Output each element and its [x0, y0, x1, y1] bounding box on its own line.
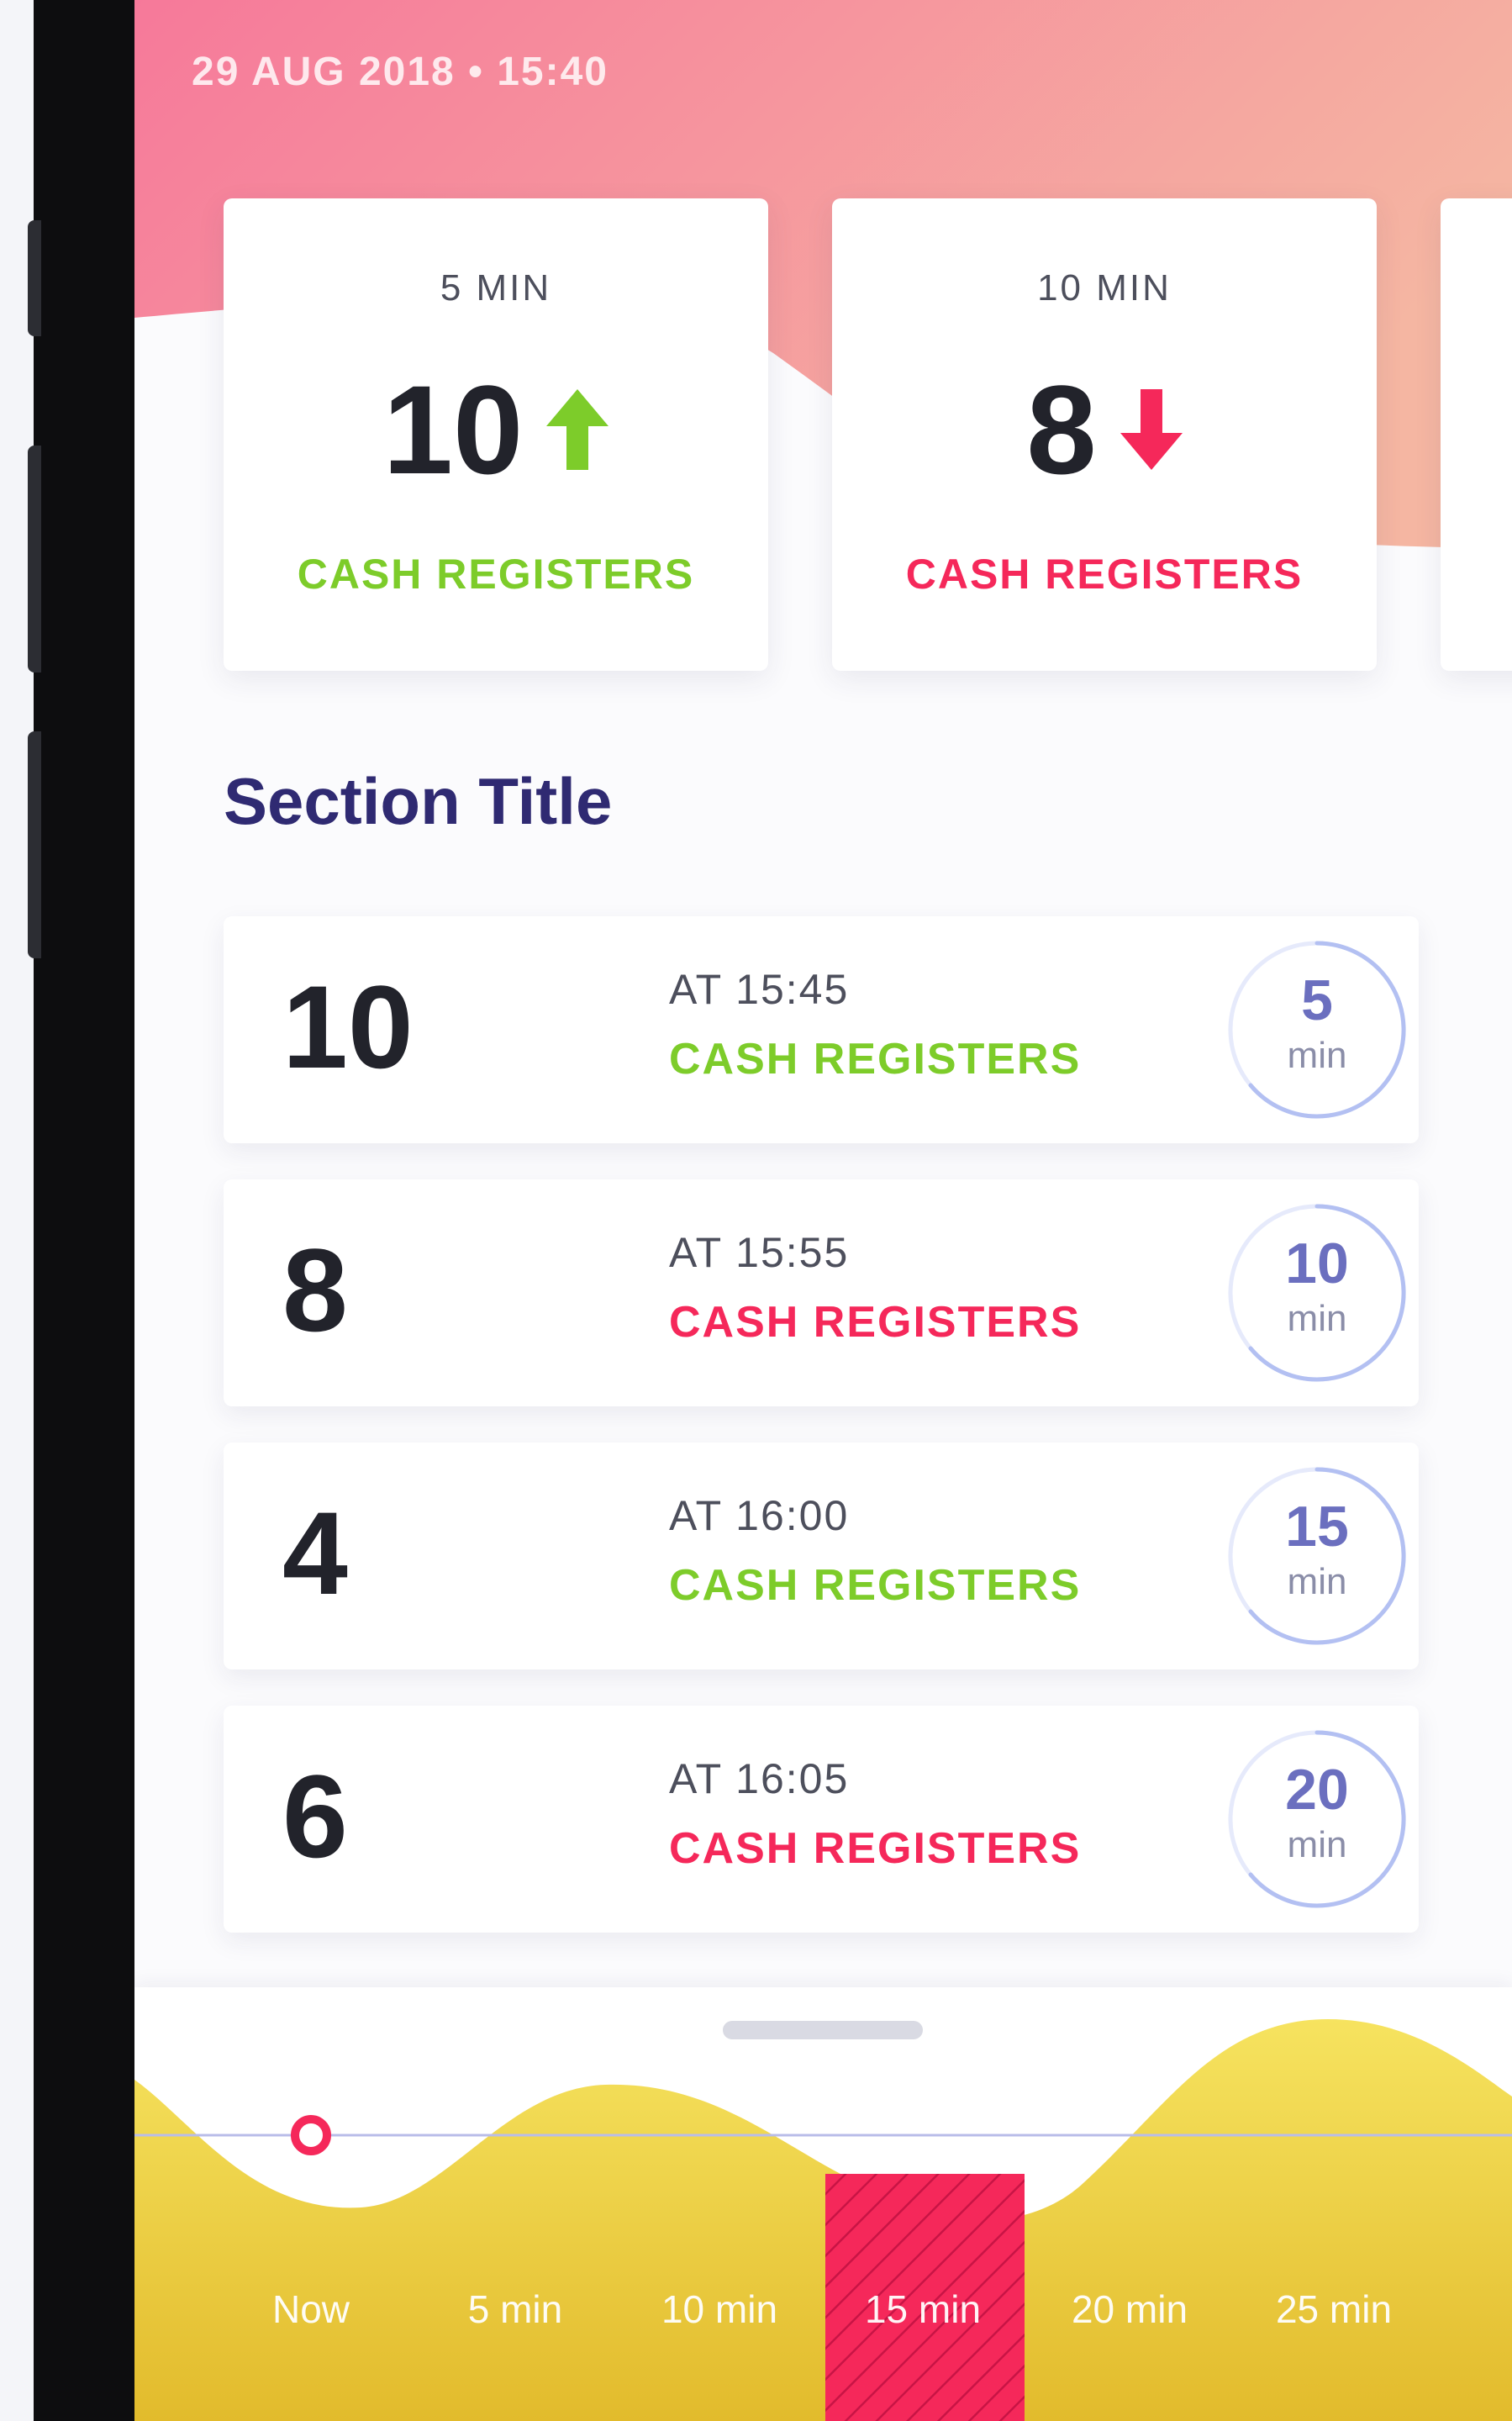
row-cash-registers-label: CASH REGISTERS — [669, 1035, 1082, 1084]
card-interval-label: 10 MIN — [1037, 267, 1172, 309]
card-cash-registers-label: CASH REGISTERS — [905, 551, 1304, 598]
summary-card-10-min[interactable]: 10 MIN 8 CASH REGISTERS — [832, 198, 1377, 671]
timeline-label-20-min[interactable]: 20 min — [1029, 2286, 1230, 2332]
now-marker — [291, 2115, 331, 2155]
timeline-label-10-min[interactable]: 10 min — [619, 2286, 820, 2332]
row-cash-registers-label: CASH REGISTERS — [669, 1561, 1082, 1610]
timeline-label-now[interactable]: Now — [210, 2286, 412, 2332]
timeline-label-5-min[interactable]: 5 min — [414, 2286, 616, 2332]
timeline-label-25-min[interactable]: 25 min — [1233, 2286, 1435, 2332]
row-cash-registers-label: CASH REGISTERS — [669, 1824, 1082, 1873]
row-minutes: 20 — [1285, 1758, 1349, 1822]
bottom-sheet[interactable]: Now 5 min 10 min 15 min 20 min 25 min — [134, 1987, 1512, 2421]
side-button-volume-up — [28, 446, 41, 672]
timeline-label-15-min[interactable]: 15 min — [822, 2286, 1024, 2332]
side-button-volume-down — [28, 731, 41, 958]
row-minutes-unit: min — [1287, 1824, 1347, 1865]
drag-handle[interactable] — [723, 2021, 923, 2039]
row-time: AT 16:00 — [669, 1492, 850, 1539]
row-time: AT 15:55 — [669, 1229, 850, 1276]
row-minutes-unit: min — [1287, 1561, 1347, 1602]
row-count: 6 — [282, 1750, 348, 1882]
row-count: 4 — [282, 1487, 348, 1619]
card-interval-label: 5 MIN — [440, 267, 552, 309]
device-bezel — [34, 0, 139, 2421]
date-time-label: 29 AUG 2018 • 15:40 — [192, 50, 608, 94]
list-item[interactable]: 4 AT 16:00 CASH REGISTERS 15 min — [224, 1443, 1419, 1669]
summary-card-partial[interactable] — [1441, 198, 1512, 671]
summary-card-5-min[interactable]: 5 MIN 10 CASH REGISTERS — [224, 198, 768, 671]
arrow-up-icon — [546, 389, 609, 470]
timeline-chart[interactable] — [134, 1987, 1512, 2421]
app-screen: 29 AUG 2018 • 15:40 5 MIN 10 CASH REGIST… — [134, 0, 1512, 2421]
row-minutes: 15 — [1285, 1495, 1349, 1559]
arrow-down-icon — [1120, 389, 1183, 470]
row-minutes-unit: min — [1287, 1298, 1347, 1339]
row-minutes-unit: min — [1287, 1035, 1347, 1076]
card-count: 10 — [382, 359, 524, 500]
row-count: 8 — [282, 1224, 348, 1356]
card-cash-registers-label: CASH REGISTERS — [297, 551, 695, 598]
side-button-mute — [28, 220, 41, 336]
row-count: 10 — [282, 961, 414, 1093]
card-count: 8 — [1026, 359, 1097, 500]
list-item[interactable]: 10 AT 15:45 CASH REGISTERS 5 min — [224, 916, 1419, 1143]
row-cash-registers-label: CASH REGISTERS — [669, 1298, 1082, 1347]
row-time: AT 16:05 — [669, 1755, 850, 1802]
row-minutes: 10 — [1285, 1232, 1349, 1295]
list-item[interactable]: 8 AT 15:55 CASH REGISTERS 10 min — [224, 1179, 1419, 1406]
row-minutes: 5 — [1301, 968, 1333, 1032]
list-item[interactable]: 6 AT 16:05 CASH REGISTERS 20 min — [224, 1706, 1419, 1933]
row-time: AT 15:45 — [669, 966, 850, 1013]
section-title: Section Title — [224, 764, 613, 838]
